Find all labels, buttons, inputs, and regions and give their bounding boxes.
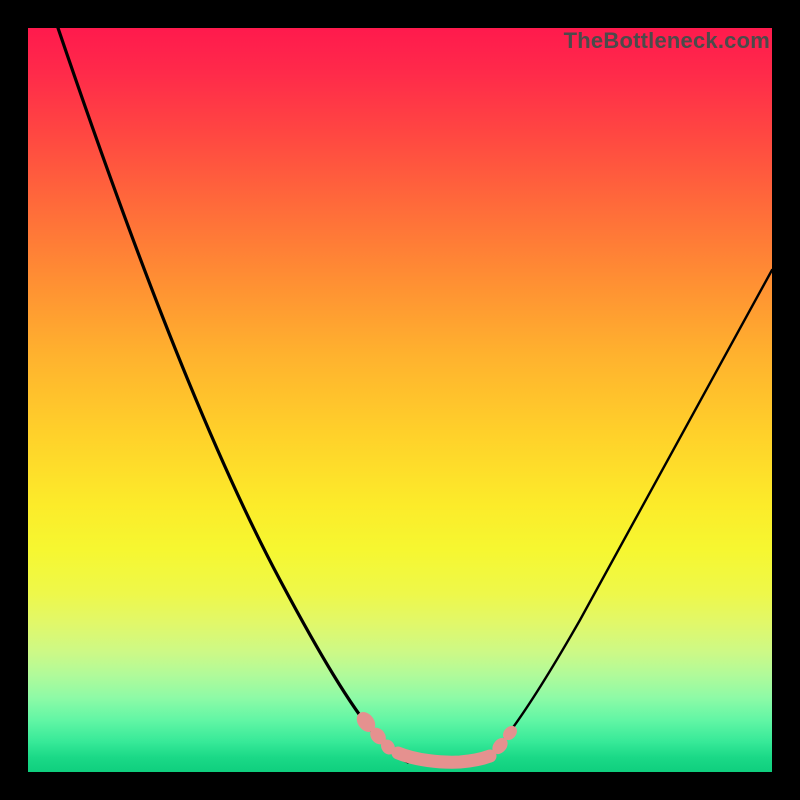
left-curve (58, 28, 408, 762)
valley-floor (398, 753, 490, 762)
right-curve (490, 270, 772, 756)
right-marker-cluster (489, 723, 520, 757)
curve-layer (0, 0, 800, 800)
left-marker-cluster (353, 708, 398, 757)
chart-frame: TheBottleneck.com (0, 0, 800, 800)
